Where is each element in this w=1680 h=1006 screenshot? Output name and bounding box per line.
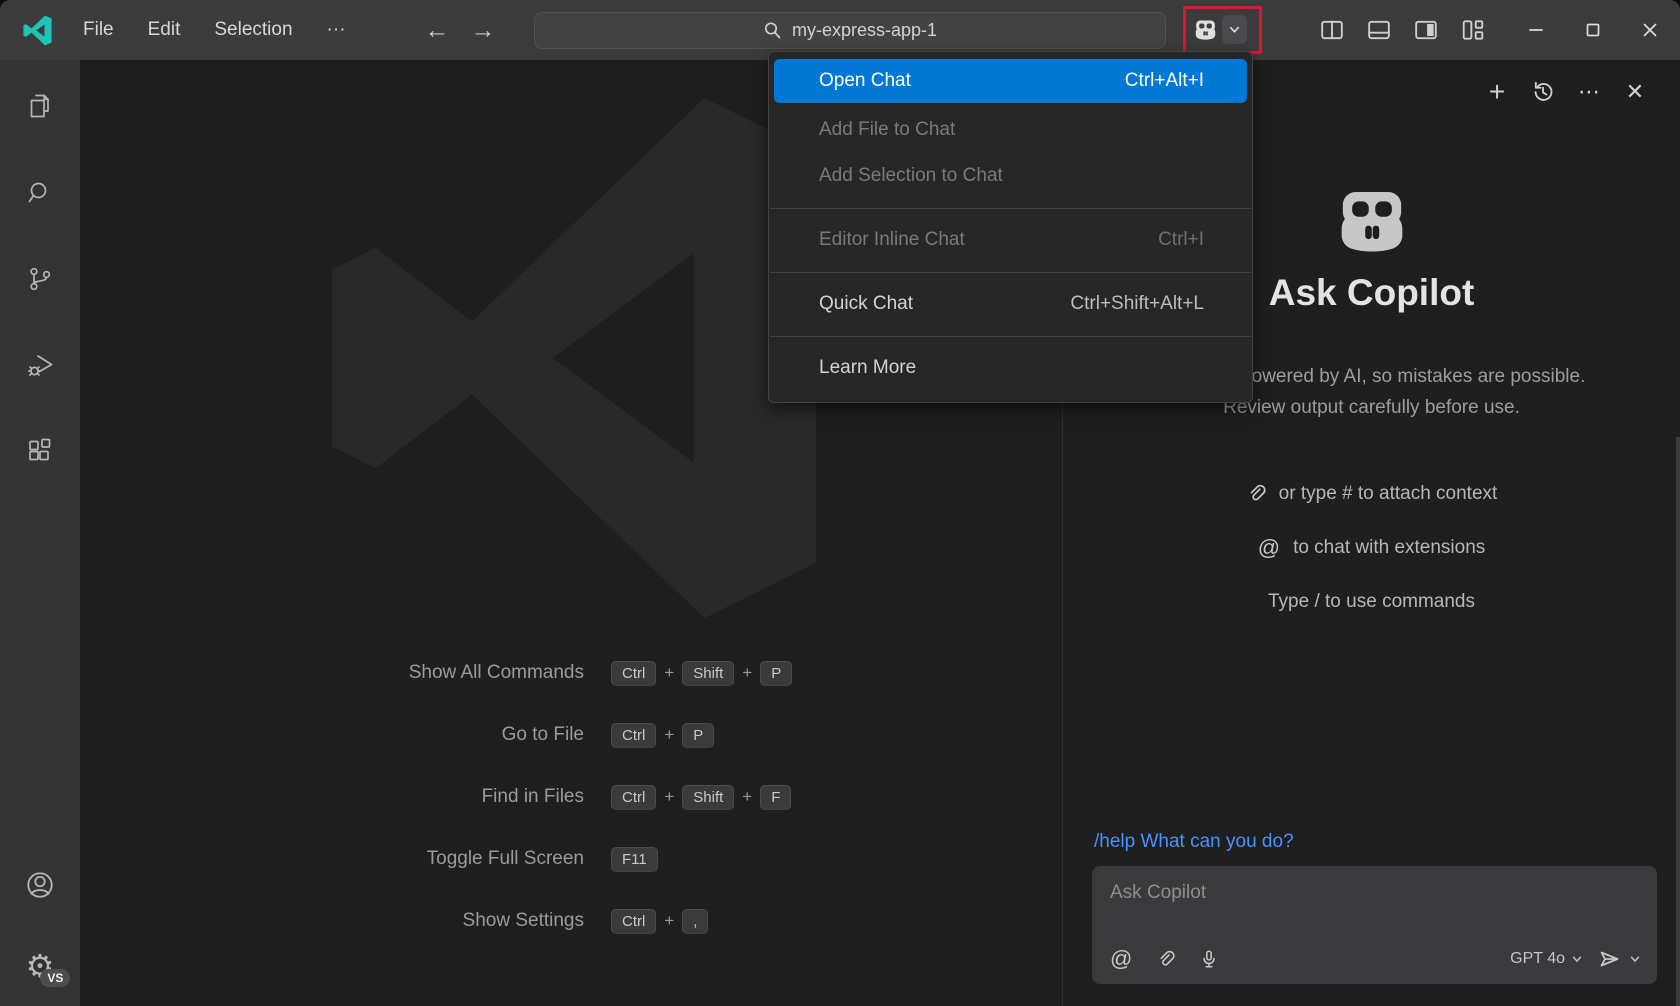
menu-item-editor-inline-chat: Editor Inline Chat Ctrl+I (769, 217, 1252, 263)
workspace-name: my-express-app-1 (792, 20, 937, 41)
toggle-sidebar-icon[interactable] (1319, 17, 1345, 43)
mention-icon: @ (1258, 537, 1280, 559)
menu-item-open-chat[interactable]: Open Chat Ctrl+Alt+I (774, 59, 1247, 103)
close-panel-icon[interactable]: ✕ (1621, 78, 1649, 106)
hint-mention: @ to chat with extensions (1258, 534, 1486, 562)
forward-button[interactable]: → (470, 16, 496, 45)
menu-item-add-file-to-chat: Add File to Chat (769, 107, 1252, 153)
run-debug-icon[interactable] (24, 349, 56, 381)
keycap: F11 (611, 847, 658, 872)
search-sidebar-icon[interactable] (24, 177, 56, 209)
vscode-watermark-logo (308, 90, 840, 626)
source-control-icon[interactable] (24, 263, 56, 295)
menu-overflow[interactable]: ··· (312, 14, 361, 46)
extensions-icon[interactable] (24, 435, 56, 467)
chevron-down-icon (1228, 23, 1241, 36)
copilot-dropdown-chevron[interactable] (1222, 15, 1247, 44)
shortcut-row: Show All Commands Ctrl + Shift + P (184, 642, 824, 704)
menu-item-add-selection-to-chat: Add Selection to Chat (769, 153, 1252, 199)
chevron-down-icon (1571, 953, 1583, 965)
menu-separator (770, 336, 1251, 337)
maximize-button[interactable] (1579, 16, 1607, 44)
keycap: Ctrl (611, 661, 656, 686)
shortcut-row: Go to File Ctrl + P (184, 704, 824, 766)
attach-context-button[interactable] (1156, 950, 1175, 969)
shortcut-row: Find in Files Ctrl + Shift + F (184, 766, 824, 828)
account-icon[interactable] (24, 869, 56, 901)
toggle-panel-icon[interactable] (1366, 17, 1392, 43)
send-plane-icon (1597, 947, 1621, 971)
panel-scrollbar[interactable] (1676, 437, 1680, 1006)
menu-separator (770, 208, 1251, 209)
close-window-button[interactable] (1636, 16, 1664, 44)
keycap: Shift (682, 661, 734, 686)
menu-item-quick-chat[interactable]: Quick Chat Ctrl+Shift+Alt+L (769, 281, 1252, 327)
keycap: Ctrl (611, 909, 656, 934)
more-actions-icon[interactable]: ⋯ (1575, 78, 1603, 106)
menu-selection[interactable]: Selection (199, 14, 307, 46)
keycap: , (682, 909, 708, 934)
menu-separator (770, 272, 1251, 273)
keycap: P (682, 723, 714, 748)
help-command-link[interactable]: /help What can you do? (1094, 831, 1294, 853)
menu-shortcut: Ctrl+I (1158, 229, 1204, 251)
keycap: F (760, 785, 791, 810)
copilot-menu-button[interactable] (1192, 15, 1247, 44)
paperclip-icon (1246, 484, 1266, 504)
vscode-logo-icon (22, 15, 53, 46)
keycap: Ctrl (611, 723, 656, 748)
chat-history-icon[interactable] (1529, 78, 1557, 106)
keycap: Ctrl (611, 785, 656, 810)
command-center-search[interactable]: my-express-app-1 (534, 12, 1166, 49)
copilot-dropdown-menu: Open Chat Ctrl+Alt+I Add File to Chat Ad… (768, 51, 1253, 403)
new-chat-icon[interactable]: + (1483, 78, 1511, 106)
minimize-button[interactable] (1522, 16, 1550, 44)
keycap: Shift (682, 785, 734, 810)
search-icon (763, 21, 782, 40)
hint-attach: or type # to attach context (1246, 480, 1498, 508)
vscode-window: File Edit Selection ··· ← → my-express-a… (0, 0, 1680, 1006)
chat-hints: or type # to attach context @ to chat wi… (1063, 480, 1680, 616)
customize-layout-icon[interactable] (1460, 17, 1486, 43)
send-button[interactable] (1597, 947, 1641, 971)
watermark-shortcuts: Show All Commands Ctrl + Shift + P Go to… (184, 642, 824, 952)
menu-file[interactable]: File (68, 14, 129, 46)
menu-edit[interactable]: Edit (133, 14, 196, 46)
chat-input-placeholder: Ask Copilot (1110, 882, 1206, 904)
activity-bar: ⚙ VS (0, 60, 80, 1006)
explorer-icon[interactable] (24, 91, 56, 123)
chat-input-box[interactable]: Ask Copilot @ (1092, 866, 1657, 984)
hint-commands: Type / to use commands (1268, 588, 1475, 616)
keycap: P (760, 661, 792, 686)
microphone-button[interactable] (1199, 949, 1219, 969)
settings-gear-icon[interactable]: ⚙ VS (26, 950, 55, 982)
copilot-icon (1192, 16, 1219, 43)
settings-badge: VS (40, 969, 70, 987)
menu-shortcut: Ctrl+Alt+I (1125, 70, 1204, 92)
shortcut-row: Show Settings Ctrl + , (184, 890, 824, 952)
shortcut-row: Toggle Full Screen F11 (184, 828, 824, 890)
mention-button[interactable]: @ (1110, 948, 1132, 970)
chevron-down-icon (1629, 953, 1641, 965)
menu-shortcut: Ctrl+Shift+Alt+L (1070, 293, 1204, 315)
menu-item-learn-more[interactable]: Learn More (769, 345, 1252, 391)
back-button[interactable]: ← (424, 16, 450, 45)
menubar: File Edit Selection ··· (68, 0, 361, 60)
model-picker[interactable]: GPT 4o (1510, 950, 1583, 968)
toggle-secondary-sidebar-icon[interactable] (1413, 17, 1439, 43)
